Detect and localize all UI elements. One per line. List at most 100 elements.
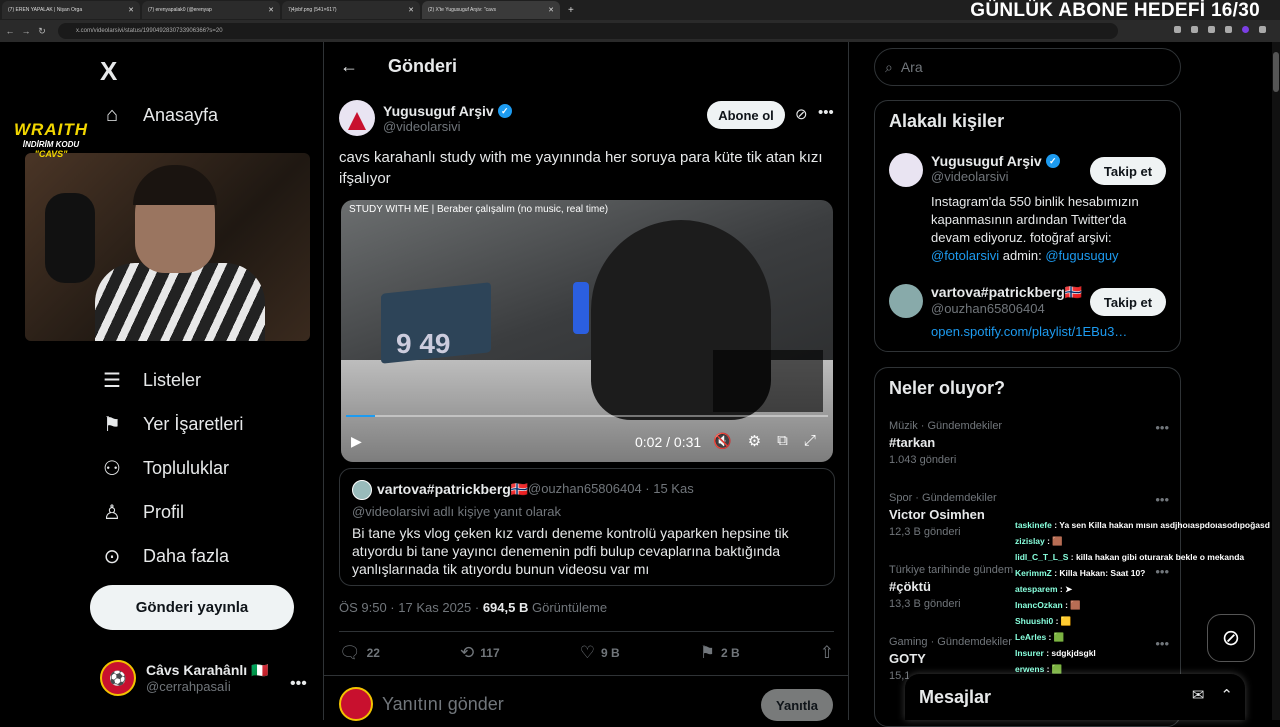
bookmark-icon: ⚑ xyxy=(699,643,715,662)
follow-button[interactable]: Takip et xyxy=(1090,157,1166,185)
post-meta: ÖS 9:50 · 17 Kas 2025 · 694,5 B Görüntül… xyxy=(339,600,607,615)
person-name[interactable]: vartova#patrickberg🇳🇴 xyxy=(931,284,1082,301)
browser-tab[interactable]: 7j4jxbf.png (541×617) ✕ xyxy=(282,1,420,19)
close-icon[interactable]: ✕ xyxy=(548,6,554,14)
profile-icon[interactable] xyxy=(1242,26,1249,33)
messages-drawer[interactable]: Mesajlar ✉ ⌃ xyxy=(905,674,1245,720)
extension-icon[interactable] xyxy=(1225,26,1232,33)
sidebar-item-profile[interactable]: ♙ Profil xyxy=(100,500,184,525)
back-arrow-icon[interactable]: ← xyxy=(4,26,16,36)
close-icon[interactable]: ✕ xyxy=(128,6,134,14)
menu-icon[interactable] xyxy=(1259,26,1266,33)
post-timestamp[interactable]: ÖS 9:50 · 17 Kas 2025 · xyxy=(339,600,483,615)
fullscreen-icon[interactable]: ⤢ xyxy=(804,432,816,450)
subscribe-button[interactable]: Abone ol xyxy=(707,101,785,129)
video-player[interactable]: 9 49 STUDY WITH ME | Beraber çalışalım (… xyxy=(341,200,833,462)
quote-author-name[interactable]: vartova#patrickberg🇳🇴 xyxy=(377,481,528,498)
trend-item[interactable]: Müzik · Gündemdekiler #tarkan 1.043 gönder… xyxy=(889,420,1169,466)
reply-button[interactable]: 🗨 22 xyxy=(339,643,380,663)
expand-icon[interactable]: ⌃ xyxy=(1220,686,1233,704)
tab-title: 7j4jxbf.png (541×617) xyxy=(288,7,337,13)
reply-input[interactable]: Yanıtını gönder xyxy=(382,694,504,715)
chat-text: : killa hakan gibi oturarak bekle o meka… xyxy=(1068,552,1245,562)
cast-icon[interactable] xyxy=(1191,26,1198,33)
x-logo-icon[interactable]: X xyxy=(100,56,117,87)
more-options-icon[interactable]: ••• xyxy=(290,675,307,693)
avatar[interactable] xyxy=(339,100,375,136)
sidebar-item-lists[interactable]: ☰ Listeler xyxy=(100,368,201,393)
person-name[interactable]: Yugusuguf Arşiv ✓ xyxy=(931,153,1060,169)
chat-username: KerimmZ xyxy=(1015,568,1052,578)
avatar[interactable] xyxy=(889,153,923,187)
more-options-icon[interactable]: ••• xyxy=(818,104,834,121)
bio-mention-link[interactable]: @fotolarsivi xyxy=(931,248,999,263)
browser-tab[interactable]: (7) EREN YAPALAK | Nişan Orga ✕ xyxy=(2,1,140,19)
quoted-reply[interactable]: vartova#patrickberg🇳🇴 @ouzhan65806404 · … xyxy=(339,468,835,586)
verified-badge-icon: ✓ xyxy=(1045,154,1060,168)
browser-tab-active[interactable]: (2) X'te Yugusuguf Arşiv: "cavs ✕ xyxy=(422,1,560,19)
divider xyxy=(324,675,848,676)
grok-icon[interactable]: ⊘ xyxy=(795,105,808,123)
page-scrollbar[interactable] xyxy=(1272,42,1280,720)
url-field[interactable]: x.com/videolarsivi/status/19904928307339… xyxy=(58,23,1118,39)
chat-username: atesparem xyxy=(1015,584,1058,594)
play-icon[interactable]: ▶ xyxy=(351,433,362,450)
sidebar-item-more[interactable]: ⊙ Daha fazla xyxy=(100,544,229,569)
repost-button[interactable]: ⟲ 117 xyxy=(460,643,500,663)
author-handle[interactable]: @videolarsivi xyxy=(383,119,512,134)
compose-message-icon[interactable]: ✉ xyxy=(1192,686,1205,704)
avatar[interactable] xyxy=(352,480,372,500)
share-icon: ⇧ xyxy=(819,643,834,662)
new-tab-icon[interactable]: + xyxy=(568,5,574,16)
browser-tab[interactable]: (7) erenyapalak0 (@erenyap ✕ xyxy=(142,1,280,19)
author-name[interactable]: Yugusuguf Arşiv ✓ xyxy=(383,103,512,119)
bookmark-button[interactable]: ⚑ 2 B xyxy=(700,643,740,663)
reply-submit-button[interactable]: Yanıtla xyxy=(761,689,833,721)
home-icon: ⌂ xyxy=(105,104,119,126)
more-options-icon[interactable]: ••• xyxy=(1155,492,1169,507)
close-icon[interactable]: ✕ xyxy=(408,6,414,14)
back-arrow-icon[interactable]: ← xyxy=(340,56,358,77)
chat-username: Insurer xyxy=(1015,648,1044,658)
mute-icon[interactable]: 🔇 xyxy=(713,432,732,450)
streamer-hair-image xyxy=(133,165,217,205)
post-text: cavs karahanlı study with me yayınında h… xyxy=(339,149,823,187)
related-person[interactable]: Yugusuguf Arşiv ✓ @videolarsivi xyxy=(889,153,1060,187)
video-progress-bar[interactable] xyxy=(346,415,828,417)
post-button[interactable]: Gönderi yayınla xyxy=(90,585,294,630)
close-icon[interactable]: ✕ xyxy=(268,6,274,14)
chat-text: : 🟩 xyxy=(1044,664,1063,674)
sponsor-logo: WRAITH xyxy=(14,120,88,139)
sidebar-item-home[interactable]: ⌂ Anasayfa xyxy=(100,104,218,127)
avatar[interactable] xyxy=(889,284,923,318)
account-switcher[interactable]: ⚽ Câvs Karahânlı 🇮🇹 @cerrahpasaİi xyxy=(100,660,268,696)
bio-mention-link[interactable]: @fugusuguy xyxy=(1045,248,1118,263)
scrollbar-thumb[interactable] xyxy=(1273,52,1279,92)
microphone-image xyxy=(45,193,95,283)
forward-arrow-icon[interactable]: → xyxy=(20,26,32,36)
person-link[interactable]: open.spotify.com/playlist/1EBu3… xyxy=(931,323,1161,341)
search-input[interactable]: ⌕ Ara xyxy=(874,48,1181,86)
tab-title: (7) EREN YAPALAK | Nişan Orga xyxy=(8,7,83,13)
like-button[interactable]: ♡ 9 B xyxy=(580,643,620,663)
chat-text: : Ya sen Killa hakan mısın asdjhoıaspdoı… xyxy=(1051,520,1270,530)
related-person[interactable]: vartova#patrickberg🇳🇴 @ouzhan65806404 xyxy=(889,284,1082,318)
more-options-icon[interactable]: ••• xyxy=(1155,420,1169,435)
miniplayer-icon[interactable]: ⧉ xyxy=(777,432,788,450)
post-author[interactable]: Yugusuguf Arşiv ✓ @videolarsivi xyxy=(339,100,512,136)
share-button[interactable]: ⇧ xyxy=(820,643,834,663)
sidebar-item-label: Daha fazla xyxy=(143,546,230,566)
messages-title: Mesajlar xyxy=(919,686,992,707)
reply-count: 22 xyxy=(366,646,380,660)
sidebar-item-label: Profil xyxy=(143,502,185,522)
sidebar-item-bookmarks[interactable]: ⚑ Yer İşaretleri xyxy=(100,412,243,437)
chat-message: zizislay : 🟫 xyxy=(1015,533,1270,549)
search-icon[interactable] xyxy=(1174,26,1181,33)
settings-icon[interactable]: ⚙ xyxy=(748,432,761,450)
sidebar-item-communities[interactable]: ⚇ Topluluklar xyxy=(100,456,229,481)
follow-button[interactable]: Takip et xyxy=(1090,288,1166,316)
star-icon[interactable] xyxy=(1208,26,1215,33)
grok-icon[interactable]: ⊘ xyxy=(1207,614,1255,662)
reload-icon[interactable]: ↻ xyxy=(36,26,48,37)
view-label: Görüntüleme xyxy=(528,600,608,615)
